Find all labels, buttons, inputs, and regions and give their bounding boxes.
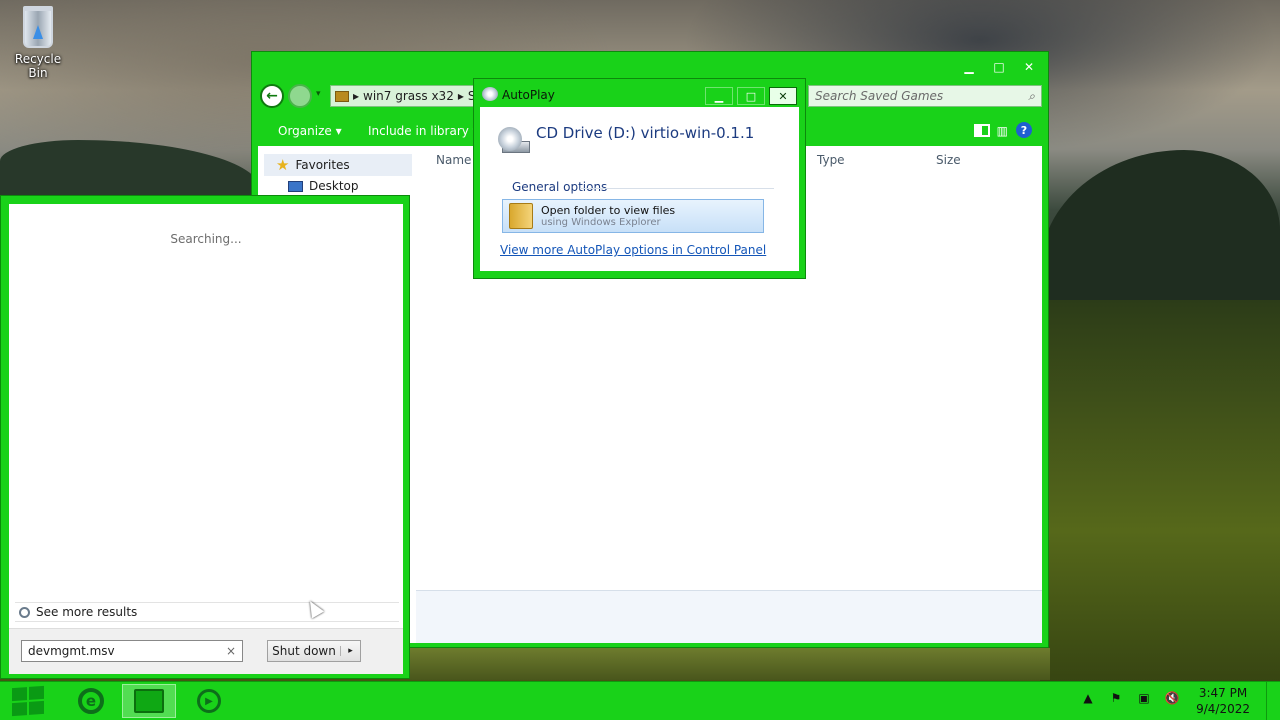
help-icon[interactable]: ? bbox=[1016, 122, 1032, 138]
see-more-label: See more results bbox=[36, 605, 138, 619]
shutdown-button[interactable]: Shut down ▸ bbox=[267, 640, 361, 662]
chevron-icon: ▸ bbox=[457, 89, 464, 103]
background-grass bbox=[410, 648, 1050, 680]
start-menu[interactable]: Searching... See more results devmgmt.ms… bbox=[0, 195, 410, 679]
dialog-title: AutoPlay bbox=[502, 88, 555, 102]
recycle-bin-desktop-icon[interactable]: Recycle Bin bbox=[4, 6, 72, 80]
details-pane bbox=[416, 590, 1042, 643]
autoplay-body: CD Drive (D:) virtio-win-0.1.1 General o… bbox=[480, 107, 799, 271]
nav-desktop-label: Desktop bbox=[309, 179, 359, 193]
action-center-flag-icon[interactable]: ⚑ bbox=[1108, 690, 1124, 706]
nav-desktop[interactable]: Desktop bbox=[264, 177, 359, 195]
option-title: Open folder to view files bbox=[541, 204, 676, 217]
column-type[interactable]: Type bbox=[817, 153, 845, 167]
start-menu-footer: devmgmt.msv × Shut down ▸ bbox=[9, 628, 403, 674]
search-icon: ⌕ bbox=[1028, 88, 1035, 103]
folder-icon bbox=[509, 203, 533, 229]
clock-time: 3:47 PM bbox=[1198, 686, 1248, 700]
start-button-windows-icon[interactable] bbox=[12, 685, 44, 717]
include-in-library-button[interactable]: Include in library ▾ bbox=[368, 124, 479, 138]
preview-pane-icon[interactable]: ▥ bbox=[997, 124, 1008, 138]
minimize-button[interactable]: ▁ bbox=[705, 87, 733, 105]
breadcrumb-item[interactable]: win7 grass x32 bbox=[363, 89, 454, 103]
minimize-button[interactable]: ▁ bbox=[956, 58, 982, 76]
start-search-input[interactable]: devmgmt.msv × bbox=[21, 640, 243, 662]
divider bbox=[580, 188, 774, 189]
search-status: Searching... bbox=[170, 232, 242, 246]
option-subtitle: using Windows Explorer bbox=[541, 217, 661, 228]
media-player-icon: ▶ bbox=[197, 689, 221, 713]
recycle-bin-label: Recycle Bin bbox=[14, 52, 62, 80]
show-hidden-icons-icon[interactable]: ▲ bbox=[1080, 690, 1096, 706]
cd-drive-icon bbox=[498, 127, 532, 157]
network-icon[interactable]: ▣ bbox=[1136, 690, 1152, 706]
search-input-value: devmgmt.msv bbox=[28, 644, 115, 658]
system-tray: ▲ ⚑ ▣ 🔇 bbox=[1080, 690, 1180, 706]
show-desktop-button[interactable] bbox=[1266, 682, 1280, 720]
start-menu-panel: Searching... See more results devmgmt.ms… bbox=[9, 204, 403, 674]
maximize-button[interactable]: □ bbox=[737, 87, 765, 105]
clear-search-icon[interactable]: × bbox=[226, 644, 236, 658]
recent-pages-dropdown[interactable]: ▾ bbox=[316, 89, 321, 99]
clock-date: 9/4/2022 bbox=[1196, 702, 1250, 716]
back-button[interactable]: ← bbox=[260, 84, 284, 108]
internet-explorer-icon: e bbox=[78, 688, 104, 714]
organize-button[interactable]: Organize ▾ bbox=[278, 124, 342, 138]
see-more-results-link[interactable]: See more results bbox=[15, 602, 399, 622]
chevron-icon: ▸ bbox=[353, 89, 360, 103]
drive-title: CD Drive (D:) virtio-win-0.1.1 bbox=[536, 124, 755, 142]
nav-favorites[interactable]: ★ Favorites bbox=[264, 154, 412, 176]
search-icon bbox=[19, 606, 30, 618]
taskbar-internet-explorer[interactable]: e bbox=[64, 684, 118, 718]
clock[interactable]: 3:47 PM 9/4/2022 bbox=[1196, 685, 1250, 717]
close-button[interactable]: ✕ bbox=[769, 87, 797, 105]
open-folder-option[interactable]: Open folder to view files using Windows … bbox=[502, 199, 764, 233]
column-name[interactable]: Name bbox=[436, 153, 471, 167]
autoplay-dialog[interactable]: AutoPlay ▁ □ ✕ CD Drive (D:) virtio-win-… bbox=[473, 78, 806, 279]
taskbar: e ▶ ▲ ⚑ ▣ 🔇 3:47 PM 9/4/2022 bbox=[0, 681, 1280, 720]
taskbar-media-player[interactable]: ▶ bbox=[182, 684, 236, 718]
dialog-controls: ▁ □ ✕ bbox=[705, 87, 797, 105]
shutdown-options-arrow[interactable]: ▸ bbox=[340, 646, 360, 656]
recycle-bin-icon bbox=[23, 6, 53, 48]
taskbar-windows-explorer[interactable] bbox=[122, 684, 176, 718]
nav-favorites-label: Favorites bbox=[295, 158, 350, 172]
folder-icon bbox=[335, 90, 349, 102]
address-bar[interactable]: ▸ win7 grass x32 ▸ S bbox=[330, 85, 478, 107]
star-icon: ★ bbox=[276, 156, 290, 174]
shutdown-label: Shut down bbox=[272, 644, 336, 658]
views-icon[interactable] bbox=[974, 124, 990, 137]
close-button[interactable]: ✕ bbox=[1016, 58, 1042, 76]
desktop-icon bbox=[288, 180, 303, 192]
column-size[interactable]: Size bbox=[936, 153, 961, 167]
volume-muted-icon[interactable]: 🔇 bbox=[1164, 690, 1180, 706]
folder-icon bbox=[134, 689, 164, 713]
window-controls: ▁ □ ✕ bbox=[956, 58, 1042, 76]
background-forest bbox=[1040, 300, 1280, 720]
search-input[interactable]: Search Saved Games ⌕ bbox=[808, 85, 1042, 107]
more-autoplay-options-link[interactable]: View more AutoPlay options in Control Pa… bbox=[500, 243, 766, 257]
search-placeholder: Search Saved Games bbox=[815, 89, 944, 103]
general-options-heading: General options bbox=[512, 180, 608, 194]
forward-button[interactable] bbox=[288, 84, 312, 108]
cd-icon bbox=[482, 87, 498, 101]
maximize-button[interactable]: □ bbox=[986, 58, 1012, 76]
